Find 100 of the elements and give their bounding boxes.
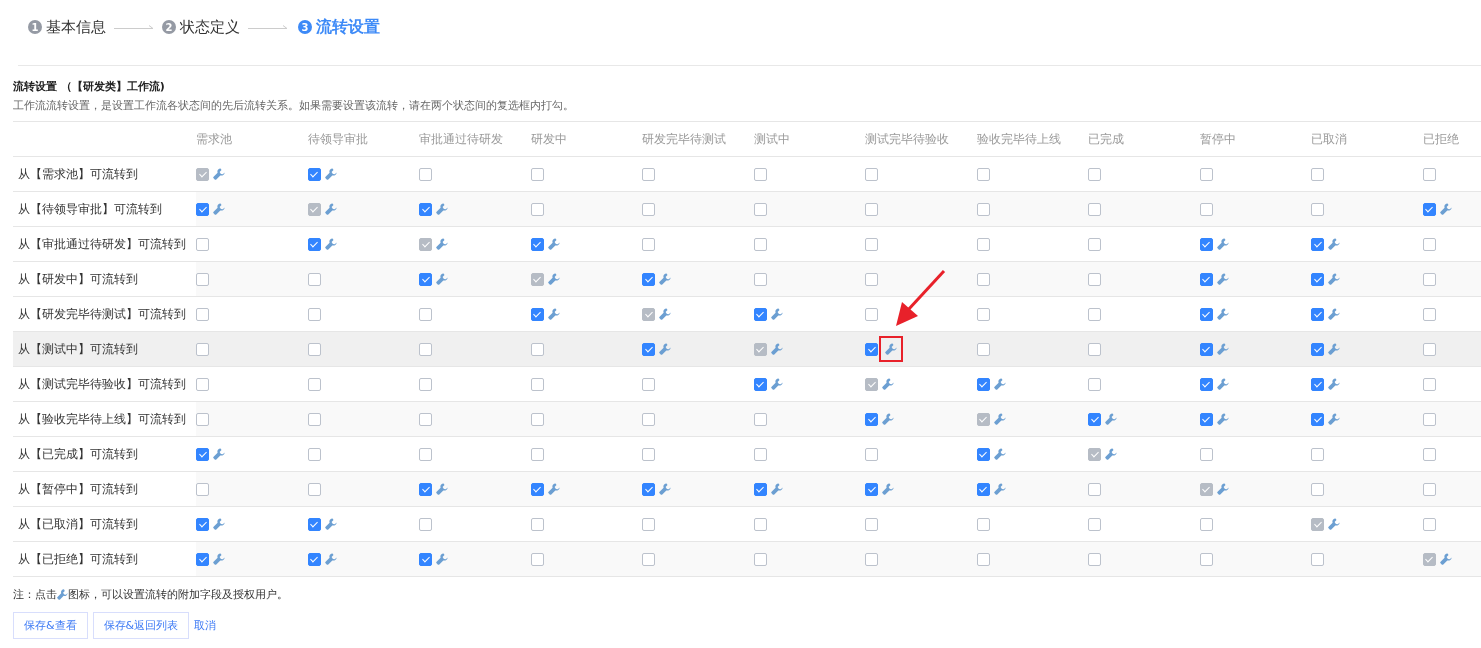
checkbox[interactable] bbox=[865, 237, 878, 251]
checkbox[interactable] bbox=[196, 482, 209, 496]
checkbox[interactable] bbox=[419, 447, 432, 461]
wrench-icon[interactable] bbox=[1216, 238, 1229, 250]
wrench-icon[interactable] bbox=[770, 483, 783, 495]
wrench-icon[interactable] bbox=[547, 273, 560, 285]
checkbox[interactable] bbox=[753, 447, 767, 461]
checkbox[interactable] bbox=[530, 167, 544, 181]
wrench-icon[interactable] bbox=[1439, 553, 1452, 565]
checkbox[interactable] bbox=[642, 202, 655, 216]
checkbox[interactable] bbox=[1199, 307, 1213, 321]
checkbox[interactable] bbox=[976, 237, 990, 251]
wrench-icon[interactable] bbox=[436, 238, 448, 250]
checkbox[interactable] bbox=[307, 447, 321, 461]
checkbox[interactable] bbox=[196, 237, 209, 251]
wrench-icon[interactable] bbox=[993, 483, 1006, 495]
checkbox[interactable] bbox=[1311, 552, 1324, 566]
wrench-icon[interactable] bbox=[1216, 378, 1229, 390]
wrench-icon[interactable] bbox=[993, 378, 1006, 390]
checkbox[interactable] bbox=[530, 377, 544, 391]
checkbox[interactable] bbox=[865, 482, 878, 496]
wrench-icon[interactable] bbox=[213, 168, 225, 180]
checkbox[interactable] bbox=[196, 272, 209, 286]
checkbox[interactable] bbox=[976, 167, 990, 181]
wrench-icon[interactable] bbox=[770, 308, 783, 320]
step-tab[interactable]: 2 状态定义 bbox=[162, 17, 240, 37]
checkbox[interactable] bbox=[642, 517, 655, 531]
checkbox[interactable] bbox=[1088, 167, 1101, 181]
wrench-icon[interactable] bbox=[882, 483, 894, 495]
checkbox[interactable] bbox=[530, 517, 544, 531]
checkbox[interactable] bbox=[642, 377, 655, 391]
wrench-icon[interactable] bbox=[993, 448, 1006, 460]
wrench-icon[interactable] bbox=[324, 203, 337, 215]
checkbox[interactable] bbox=[196, 517, 209, 531]
checkbox[interactable] bbox=[1311, 342, 1324, 356]
checkbox[interactable] bbox=[419, 342, 432, 356]
wrench-icon[interactable] bbox=[436, 203, 448, 215]
wrench-icon[interactable] bbox=[770, 343, 783, 355]
checkbox[interactable] bbox=[1088, 377, 1101, 391]
checkbox[interactable] bbox=[196, 552, 209, 566]
checkbox[interactable] bbox=[1088, 307, 1101, 321]
checkbox[interactable] bbox=[753, 307, 767, 321]
wrench-icon[interactable] bbox=[547, 238, 560, 250]
checkbox[interactable] bbox=[419, 482, 432, 496]
checkbox[interactable] bbox=[1088, 552, 1101, 566]
checkbox[interactable] bbox=[865, 167, 878, 181]
checkbox[interactable] bbox=[1422, 517, 1436, 531]
checkbox[interactable] bbox=[865, 517, 878, 531]
checkbox[interactable] bbox=[419, 412, 432, 426]
wrench-icon[interactable] bbox=[882, 413, 894, 425]
checkbox[interactable] bbox=[1088, 202, 1101, 216]
checkbox[interactable] bbox=[1422, 447, 1436, 461]
wrench-icon[interactable] bbox=[1216, 483, 1229, 495]
checkbox[interactable] bbox=[1199, 237, 1213, 251]
wrench-icon[interactable] bbox=[1328, 413, 1340, 425]
wrench-icon[interactable] bbox=[885, 343, 897, 355]
checkbox[interactable] bbox=[1311, 447, 1324, 461]
save-button[interactable]: 保存&查看 bbox=[13, 612, 88, 639]
wrench-icon[interactable] bbox=[882, 378, 894, 390]
wrench-icon[interactable] bbox=[1216, 413, 1229, 425]
checkbox[interactable] bbox=[196, 307, 209, 321]
checkbox[interactable] bbox=[196, 377, 209, 391]
checkbox[interactable] bbox=[307, 307, 321, 321]
checkbox[interactable] bbox=[419, 272, 432, 286]
checkbox[interactable] bbox=[530, 237, 544, 251]
checkbox[interactable] bbox=[419, 307, 432, 321]
wrench-icon[interactable] bbox=[213, 203, 225, 215]
checkbox[interactable] bbox=[1311, 307, 1324, 321]
checkbox[interactable] bbox=[865, 412, 878, 426]
checkbox[interactable] bbox=[1311, 482, 1324, 496]
checkbox[interactable] bbox=[1311, 237, 1324, 251]
wrench-icon[interactable] bbox=[659, 343, 671, 355]
wrench-icon[interactable] bbox=[213, 518, 225, 530]
cancel-link[interactable]: 取消 bbox=[194, 618, 217, 633]
wrench-icon[interactable] bbox=[436, 553, 448, 565]
checkbox[interactable] bbox=[1311, 167, 1324, 181]
checkbox[interactable] bbox=[1088, 237, 1101, 251]
checkbox[interactable] bbox=[419, 517, 432, 531]
wrench-icon[interactable] bbox=[324, 238, 337, 250]
checkbox[interactable] bbox=[865, 307, 878, 321]
checkbox[interactable] bbox=[419, 202, 432, 216]
checkbox[interactable] bbox=[196, 342, 209, 356]
checkbox[interactable] bbox=[1199, 447, 1213, 461]
checkbox[interactable] bbox=[642, 412, 655, 426]
wrench-icon[interactable] bbox=[436, 273, 448, 285]
checkbox[interactable] bbox=[642, 237, 655, 251]
wrench-icon[interactable] bbox=[1328, 518, 1340, 530]
checkbox[interactable] bbox=[1199, 517, 1213, 531]
checkbox[interactable] bbox=[1422, 237, 1436, 251]
checkbox[interactable] bbox=[1422, 167, 1436, 181]
checkbox[interactable] bbox=[307, 517, 321, 531]
wrench-icon[interactable] bbox=[1439, 203, 1452, 215]
checkbox[interactable] bbox=[976, 307, 990, 321]
wrench-icon[interactable] bbox=[770, 378, 783, 390]
wrench-icon[interactable] bbox=[213, 553, 225, 565]
checkbox[interactable] bbox=[1088, 482, 1101, 496]
step-tab[interactable]: 1 基本信息 bbox=[28, 17, 106, 37]
wrench-icon[interactable] bbox=[1216, 308, 1229, 320]
checkbox[interactable] bbox=[642, 272, 655, 286]
wrench-icon[interactable] bbox=[659, 483, 671, 495]
